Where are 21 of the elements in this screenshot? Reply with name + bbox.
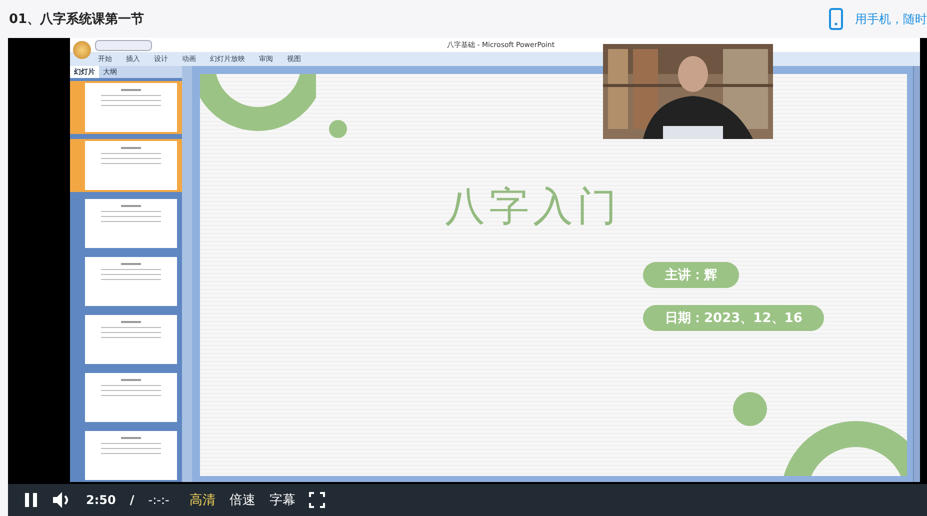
pause-button[interactable] [24, 492, 38, 508]
slide-title: 八字入门 [445, 183, 622, 232]
page-title: 01、八字系统课第一节 [9, 10, 146, 28]
info-pill: 主讲：辉 [643, 262, 739, 288]
slide-thumbnail[interactable] [70, 139, 182, 192]
player-option-button[interactable]: 高清 [189, 491, 216, 509]
elapsed-time: 2:50 [86, 493, 116, 507]
dot-decoration [733, 392, 767, 426]
dot-decoration [329, 120, 347, 138]
player-option-button[interactable]: 字幕 [269, 491, 296, 509]
quick-access-toolbar [95, 40, 152, 50]
slide-thumbnail[interactable] [70, 81, 182, 134]
fullscreen-button[interactable] [309, 492, 326, 508]
time-separator: / [130, 493, 134, 507]
scrollbar[interactable] [182, 66, 192, 482]
office-button-icon [73, 41, 91, 59]
duration: -:-:- [148, 493, 170, 507]
info-pill: 日期：2023、12、16 [643, 305, 824, 331]
player-option-button[interactable]: 倍速 [229, 491, 256, 509]
scrollbar[interactable] [913, 66, 920, 482]
phone-icon [829, 8, 843, 30]
